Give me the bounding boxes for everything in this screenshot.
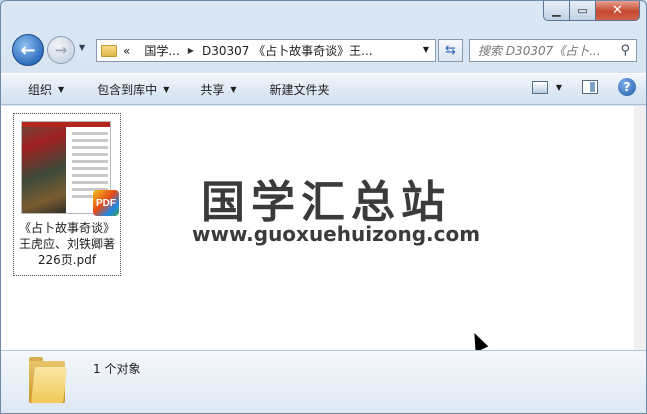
file-name-line: 王虎应、刘铁卿著 [18, 237, 115, 251]
breadcrumb-overflow[interactable]: « [123, 44, 130, 58]
preview-pane-icon[interactable] [582, 80, 598, 94]
back-arrow-icon: ← [20, 39, 36, 61]
close-icon: ✕ [612, 3, 623, 18]
chevron-down-icon: ▼ [58, 84, 65, 94]
search-icon[interactable]: ⚲ [620, 43, 630, 58]
breadcrumb-item-current[interactable]: D30307 《占卜故事奇谈》王... [202, 42, 373, 59]
file-name-line: 226页.pdf [37, 253, 97, 267]
include-in-library-button[interactable]: 包含到库中 ▼ [77, 77, 182, 101]
search-input[interactable] [469, 39, 637, 62]
view-controls: ▼ ? [531, 78, 636, 96]
item-count-status: 1 个对象 [93, 362, 141, 376]
address-bar[interactable]: « 国学... ▶ D30307 《占卜故事奇谈》王... ▼ [96, 39, 436, 62]
refresh-button[interactable]: ⇆ [438, 39, 463, 62]
forward-button[interactable]: → [47, 36, 75, 64]
new-folder-button[interactable]: 新建文件夹 [250, 77, 343, 101]
pdf-file-icon: PDF [93, 190, 119, 216]
share-label: 共享 [200, 82, 225, 97]
minimize-icon: ▁ [552, 4, 561, 17]
mouse-cursor-icon [468, 330, 489, 353]
address-dropdown-icon[interactable]: ▼ [423, 45, 429, 54]
back-button[interactable]: ← [12, 34, 44, 66]
folder-icon [29, 357, 67, 403]
cover-header-strip [22, 122, 110, 127]
include-in-library-label: 包含到库中 [97, 82, 158, 97]
command-bar: 组织 ▼ 包含到库中 ▼ 共享 ▼ 新建文件夹 ▼ ? [1, 73, 646, 105]
forward-arrow-icon: → [54, 41, 68, 59]
new-folder-label: 新建文件夹 [269, 82, 330, 97]
file-item[interactable]: PDF 《占卜故事奇谈》 王虎应、刘铁卿著 226页.pdf [13, 113, 121, 276]
refresh-icon: ⇆ [445, 43, 456, 58]
watermark-url: www.guoxuehuizong.com [192, 222, 481, 246]
organize-button[interactable]: 组织 ▼ [1, 77, 77, 101]
folder-icon [101, 44, 117, 57]
maximize-button[interactable]: ▭ [570, 1, 596, 21]
maximize-icon: ▭ [577, 4, 588, 17]
chevron-down-icon: ▼ [79, 43, 86, 52]
minimize-button[interactable]: ▁ [543, 1, 570, 21]
organize-label: 组织 [28, 82, 53, 97]
help-icon[interactable]: ? [618, 78, 636, 96]
file-name-line: 《占卜故事奇谈》 [18, 221, 115, 235]
navigation-bar: ← → ▼ « 国学... ▶ D30307 《占卜故事奇谈》王... ▼ ⇆ … [1, 31, 646, 69]
explorer-window: ▁ ▭ ✕ ← → ▼ « 国学... ▶ D30307 《占卜故事奇谈》王..… [0, 0, 647, 414]
watermark-title: 国学汇总站 [201, 177, 451, 228]
details-pane: 1 个对象 [1, 350, 646, 413]
recent-pages-button[interactable]: ▼ [79, 43, 85, 52]
scroll-gutter [634, 106, 646, 350]
caption-buttons: ▁ ▭ ✕ [543, 1, 640, 21]
chevron-down-icon: ▼ [163, 84, 170, 94]
share-button[interactable]: 共享 ▼ [182, 77, 249, 101]
file-list-area[interactable]: PDF 《占卜故事奇谈》 王虎应、刘铁卿著 226页.pdf 国学汇总站 www… [1, 106, 634, 353]
cover-image [22, 122, 66, 213]
change-view-icon[interactable] [531, 80, 548, 94]
chevron-down-icon[interactable]: ▼ [556, 83, 562, 92]
chevron-down-icon: ▼ [230, 84, 237, 94]
close-button[interactable]: ✕ [596, 1, 640, 21]
file-name: 《占卜故事奇谈》 王虎应、刘铁卿著 226页.pdf [14, 220, 120, 268]
breadcrumb-item-root[interactable]: 国学... [144, 42, 179, 59]
breadcrumb-separator-icon[interactable]: ▶ [188, 46, 194, 55]
